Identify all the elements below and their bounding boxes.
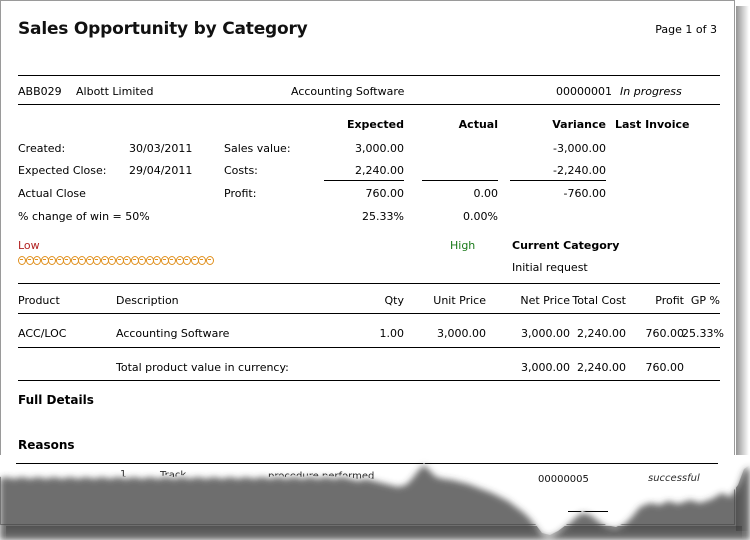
summary-row-label-2: Profit: (224, 187, 257, 200)
created-label: Created: (18, 142, 66, 155)
opportunity-description: Accounting Software (291, 85, 405, 98)
total-row-total-cost: 2,240.00 (577, 361, 626, 374)
summary-row-actual-2: 0.00 (473, 187, 499, 200)
column-header-variance: Variance (552, 118, 606, 131)
gauge-circle-icon (48, 256, 56, 265)
product-table-header-rule (18, 313, 720, 314)
created-value: 30/03/2011 (129, 142, 193, 155)
section-reasons: Reasons (18, 438, 75, 452)
expected-close-label: Expected Close: (18, 164, 107, 177)
gauge-low-label: Low (18, 239, 40, 252)
product-table-footer-rule (18, 380, 720, 381)
subtotal-rule-expected (324, 180, 404, 181)
total-row-label: Total product value in currency: (116, 361, 289, 374)
product-header-unit-price: Unit Price (433, 294, 486, 307)
summary-row-label-0: Sales value: (224, 142, 291, 155)
report-sheet: Sales Opportunity by Category Page 1 of … (2, 2, 735, 525)
header-rule-bottom (18, 104, 720, 105)
gauge-circle-icon (205, 256, 214, 265)
gauge-circle-icon (78, 256, 86, 265)
current-category-value: Initial request (512, 261, 588, 274)
chance-of-win: % change of win = 50% (18, 210, 150, 223)
summary-row-expected-0: 3,000.00 (355, 142, 404, 155)
gauge-circle-icon (153, 256, 161, 265)
gauge-circle-icon (33, 256, 41, 265)
header-rule-top (18, 75, 720, 76)
cell-qty: 1.00 (379, 327, 405, 340)
total-row-profit: 760.00 (645, 361, 685, 374)
summary-row-variance-2: -760.00 (563, 187, 606, 200)
svg-text:1: 1 (120, 469, 126, 480)
product-table-rule-top (18, 283, 720, 284)
opportunity-gauge (18, 256, 228, 266)
cell-product: ACC/LOC (18, 327, 67, 340)
svg-text:00000005: 00000005 (538, 474, 589, 485)
window-shadow-right (736, 6, 749, 531)
svg-text:Track: Track (159, 470, 186, 481)
cell-unit-price: 3,000.00 (437, 327, 486, 340)
summary-row-label-1: Costs: (224, 164, 258, 177)
opportunity-reference: 00000001 (556, 85, 612, 98)
report-window-frame: Sales Opportunity by Category Page 1 of … (0, 0, 735, 525)
svg-text:procedure performed: procedure performed (268, 471, 374, 482)
product-header-product: Product (18, 294, 60, 307)
torn-paper-footer: 1 Track procedure performed 00000005 suc… (0, 455, 750, 540)
gauge-circle-icon (63, 256, 71, 265)
product-header-qty: Qty (384, 294, 404, 307)
torn-edge-shape: 1 Track procedure performed 00000005 suc… (0, 455, 750, 535)
status-badge: In progress (620, 85, 682, 98)
product-header-total-cost: Total Cost (572, 294, 626, 307)
gauge-circle-icon (168, 256, 176, 265)
summary-row-expected-2: 760.00 (365, 187, 405, 200)
product-header-net-price: Net Price (520, 294, 570, 307)
product-table-body-rule (18, 347, 720, 348)
account-code: ABB029 (18, 85, 62, 98)
gauge-circle-icon (183, 256, 191, 265)
summary-row-expected-1: 2,240.00 (355, 164, 404, 177)
subtotal-rule-variance (510, 180, 606, 181)
product-header-gp-percent: GP % (690, 294, 720, 307)
cell-gp-percent: 25.33% (682, 327, 724, 340)
summary-row-expected-3: 25.33% (362, 210, 404, 223)
summary-row-actual-3: 0.00% (463, 210, 498, 223)
page-indicator: Page 1 of 3 (655, 23, 717, 36)
actual-close-label: Actual Close (18, 187, 86, 200)
svg-text:successful: successful (648, 473, 700, 484)
subtotal-rule-actual (422, 180, 498, 181)
gauge-high-label: High (450, 239, 476, 252)
column-header-last-invoice: Last Invoice (615, 118, 690, 131)
summary-row-variance-1: -2,240.00 (553, 164, 606, 177)
summary-row-variance-0: -3,000.00 (553, 142, 606, 155)
product-header-description: Description (116, 294, 179, 307)
gauge-circle-icon (138, 256, 146, 265)
expected-close-value: 29/04/2011 (129, 164, 193, 177)
section-full-details: Full Details (18, 393, 94, 407)
gauge-circle-icon (108, 256, 116, 265)
cell-description: Accounting Software (116, 327, 230, 340)
column-header-actual: Actual (458, 118, 498, 131)
gauge-circle-icon (123, 256, 131, 265)
gauge-circle-icon (93, 256, 101, 265)
current-category-heading: Current Category (512, 239, 620, 252)
cell-total-cost: 2,240.00 (577, 327, 626, 340)
report-preview-page: Sales Opportunity by Category Page 1 of … (0, 0, 750, 540)
page-title: Sales Opportunity by Category (18, 19, 308, 39)
account-name: Albott Limited (76, 85, 154, 98)
gauge-circle-icon (198, 256, 206, 265)
cell-profit: 760.00 (645, 327, 685, 340)
gauge-circle-icon (18, 256, 26, 265)
column-header-expected: Expected (346, 118, 404, 131)
product-header-profit: Profit (655, 294, 684, 307)
